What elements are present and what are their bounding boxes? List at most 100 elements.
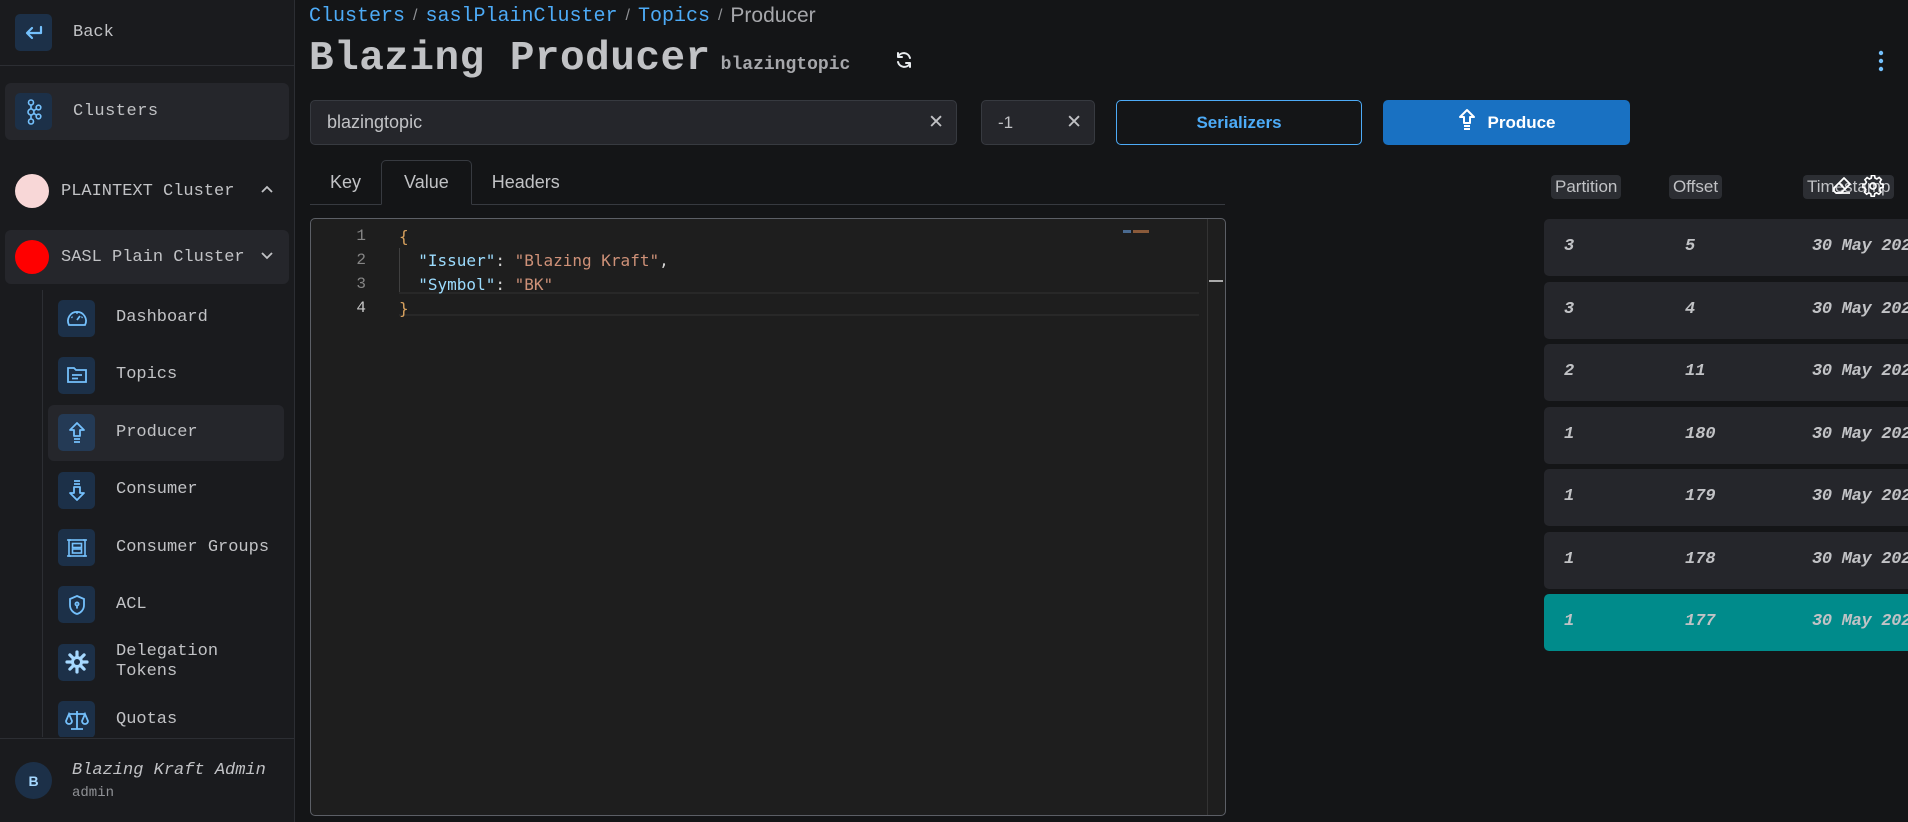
title-row: Blazing Producer blazingtopic	[309, 36, 850, 82]
code-token: "Issuer"	[418, 250, 496, 270]
record-partition: 1	[1564, 612, 1575, 631]
record-offset: 178	[1685, 549, 1716, 569]
record-row[interactable]: 1 179 30 May 2023 11:13:23.664+01:00 PM	[1544, 469, 1908, 526]
cluster-item-plaintext[interactable]: PLAINTEXT Cluster	[5, 164, 289, 218]
code-line[interactable]: 2 "Issuer": "Blazing Kraft",	[311, 248, 1111, 272]
produce-button[interactable]: Produce	[1383, 100, 1630, 145]
breadcrumb-separator: /	[413, 7, 418, 24]
user-profile[interactable]: B Blazing Kraft Admin admin	[0, 738, 294, 822]
serializers-button[interactable]: Serializers	[1116, 100, 1362, 145]
sidebar-item-topics[interactable]: Topics	[48, 347, 284, 403]
record-partition: 3	[1564, 237, 1575, 256]
breadcrumb-separator: /	[717, 7, 723, 24]
user-name: Blazing Kraft Admin	[72, 760, 266, 780]
sidebar-item-quotas[interactable]: Quotas	[48, 692, 284, 737]
record-partition: 3	[1564, 299, 1575, 319]
sidebar-item-clusters[interactable]: Clusters	[5, 83, 289, 140]
breadcrumb-clusters[interactable]: Clusters	[309, 5, 405, 28]
tab-headers[interactable]: Headers	[472, 160, 580, 205]
line-number: 1	[356, 227, 366, 245]
asterisk-icon	[58, 643, 95, 681]
clear-topic-icon[interactable]: ✕	[928, 112, 944, 134]
sidebar: Back Clusters PLAINTEXT Cluster SASL Pla…	[0, 0, 295, 822]
eraser-icon[interactable]	[1831, 175, 1853, 202]
back-button[interactable]: Back	[0, 0, 294, 66]
sidebar-item-consumer-groups[interactable]: Consumer Groups	[48, 520, 284, 576]
breadcrumb-topics[interactable]: Topics	[638, 5, 710, 28]
folder-icon	[58, 356, 95, 394]
topic-select-value: blazingtopic	[327, 112, 423, 132]
cluster-nav: Dashboard Topics Producer Consumer Consu…	[42, 290, 294, 737]
record-timestamp: 30 May 2023 11:13:26.735+01:00 PM	[1812, 424, 1908, 444]
sidebar-item-acl[interactable]: ACL	[48, 577, 284, 633]
record-partition: 2	[1564, 362, 1575, 381]
code-editor[interactable]: 1{2 "Issuer": "Blazing Kraft", 3 "Symbol"…	[310, 218, 1226, 816]
editor-scrollbar[interactable]	[1207, 219, 1225, 815]
code-text: {	[399, 227, 409, 246]
main-content: Clusters / saslPlainCluster / Topics / P…	[295, 0, 1908, 822]
record-offset: 5	[1685, 237, 1696, 256]
record-offset: 4	[1685, 299, 1696, 319]
code-text: }	[399, 299, 409, 318]
nav-label: Delegation Tokens	[116, 642, 219, 682]
nav-label: Topics	[116, 365, 178, 385]
editor-tabs: Key Value Headers	[310, 160, 1225, 205]
sidebar-item-dashboard[interactable]: Dashboard	[48, 290, 284, 346]
breadcrumb-current: Producer	[730, 4, 816, 27]
produce-label: Produce	[1487, 112, 1556, 132]
record-row[interactable]: 1 178 30 May 2023 11:13:23.339+01:00 PM	[1544, 531, 1908, 589]
record-row[interactable]: 3 5 30 May 2023 11:13:33.489+01:00 PM	[1544, 219, 1908, 276]
topic-select[interactable]: blazingtopic ✕	[310, 100, 957, 145]
code-line[interactable]: 1{	[311, 224, 1111, 248]
nav-label: Producer	[116, 422, 198, 442]
code-line[interactable]: 3 "Symbol": "BK"	[311, 272, 1111, 296]
cluster-color-dot	[15, 240, 49, 274]
code-token: "BK"	[514, 274, 554, 294]
record-partition: 1	[1564, 487, 1575, 506]
code-token: "Symbol"	[418, 274, 496, 294]
record-partition: 1	[1564, 424, 1575, 444]
record-row-selected[interactable]: 1 177 30 May 2023 11:13:19.323+01:00 PM	[1544, 594, 1908, 651]
page-title: Blazing Producer	[309, 36, 711, 82]
avatar: B	[15, 762, 52, 799]
record-row[interactable]: 2 11 30 May 2023 11:13:29.665+01:00 PM	[1544, 344, 1908, 401]
record-row[interactable]: 1 180 30 May 2023 11:13:26.735+01:00 PM	[1544, 406, 1908, 464]
more-menu-icon[interactable]	[1878, 50, 1884, 77]
record-timestamp: 30 May 2023 11:13:29.665+01:00 PM	[1812, 362, 1908, 381]
refresh-icon[interactable]	[894, 50, 914, 75]
chevron-down-icon[interactable]	[255, 249, 279, 265]
record-row[interactable]: 3 4 30 May 2023 11:13:32.577+01:00 PM	[1544, 281, 1908, 339]
record-timestamp: 30 May 2023 11:13:32.577+01:00 PM	[1812, 299, 1908, 319]
scrollbar-cursor-marker	[1209, 280, 1223, 282]
sidebar-item-delegation-tokens[interactable]: Delegation Tokens	[48, 634, 284, 690]
header-partition: Partition	[1551, 175, 1622, 199]
back-arrow-icon	[15, 14, 52, 51]
sidebar-item-producer[interactable]: Producer	[48, 404, 284, 461]
nav-label: Consumer	[116, 480, 198, 500]
code-token: :	[495, 274, 515, 294]
code-token: "Blazing Kraft"	[514, 250, 660, 270]
nav-label: Quotas	[116, 709, 178, 729]
clear-partition-icon[interactable]: ✕	[1066, 112, 1082, 134]
code-token: {	[399, 226, 409, 246]
record-offset: 11	[1685, 362, 1706, 381]
breadcrumb-cluster[interactable]: saslPlainCluster	[425, 5, 617, 28]
minimap[interactable]	[1123, 221, 1151, 233]
tab-key[interactable]: Key	[310, 160, 381, 205]
tab-value[interactable]: Value	[381, 160, 472, 205]
line-number: 4	[356, 299, 366, 317]
topic-subtitle: blazingtopic	[720, 55, 851, 75]
record-offset: 180	[1685, 424, 1716, 444]
clusters-label: Clusters	[73, 102, 159, 121]
shield-icon	[58, 586, 95, 624]
produce-arrow-icon	[1457, 108, 1477, 137]
code-line[interactable]: 4}	[311, 296, 1111, 320]
partition-select[interactable]: -1 ✕	[981, 100, 1095, 145]
record-partition: 1	[1564, 549, 1575, 569]
chevron-up-icon[interactable]	[255, 183, 279, 199]
sidebar-item-consumer[interactable]: Consumer	[48, 462, 284, 518]
gear-icon[interactable]	[1862, 174, 1884, 202]
breadcrumb-separator: /	[625, 7, 630, 24]
cluster-item-sasl-plain[interactable]: SASL Plain Cluster	[5, 230, 289, 284]
